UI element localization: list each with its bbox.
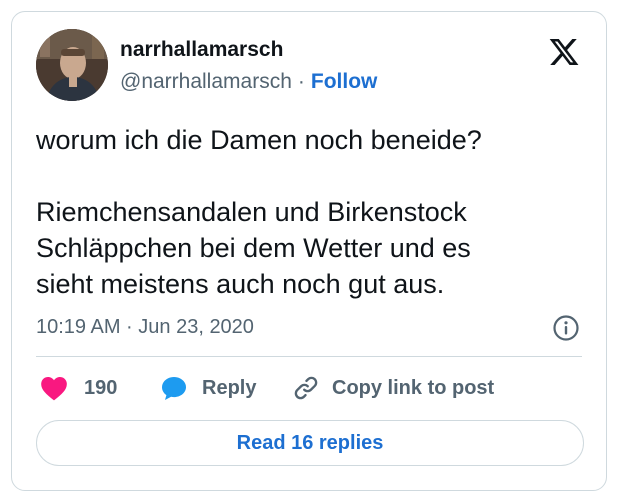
- link-icon: [292, 374, 320, 402]
- timestamp[interactable]: 10:19 AM · Jun 23, 2020: [36, 316, 254, 339]
- like-count: 190: [84, 376, 118, 399]
- like-button[interactable]: 190: [40, 370, 117, 406]
- follow-link[interactable]: Follow: [311, 70, 378, 93]
- reply-label: Reply: [202, 376, 257, 399]
- copy-link-button[interactable]: Copy link to post: [292, 370, 494, 406]
- reply-button[interactable]: Reply: [160, 370, 256, 406]
- avatar[interactable]: [36, 29, 108, 101]
- heart-icon: [40, 375, 68, 401]
- handle[interactable]: @narrhallamarsch: [120, 70, 292, 93]
- handle-row: @narrhallamarsch · Follow: [120, 70, 377, 94]
- tweet-text: worum ich die Damen noch beneide? Riemch…: [36, 125, 482, 299]
- speech-bubble-icon: [160, 375, 188, 401]
- copy-link-label: Copy link to post: [332, 376, 495, 399]
- action-bar: 190 Reply Copy link to post: [36, 370, 584, 406]
- info-icon[interactable]: [552, 314, 580, 342]
- read-replies-button[interactable]: Read 16 replies: [36, 420, 584, 466]
- profile-photo: [36, 29, 108, 101]
- tweet-card: narrhallamarsch @narrhallamarsch · Follow …: [11, 11, 607, 491]
- divider: [36, 356, 582, 357]
- display-name[interactable]: narrhallamarsch: [120, 38, 283, 62]
- x-logo-icon[interactable]: [548, 36, 580, 68]
- separator-dot: ·: [297, 70, 305, 93]
